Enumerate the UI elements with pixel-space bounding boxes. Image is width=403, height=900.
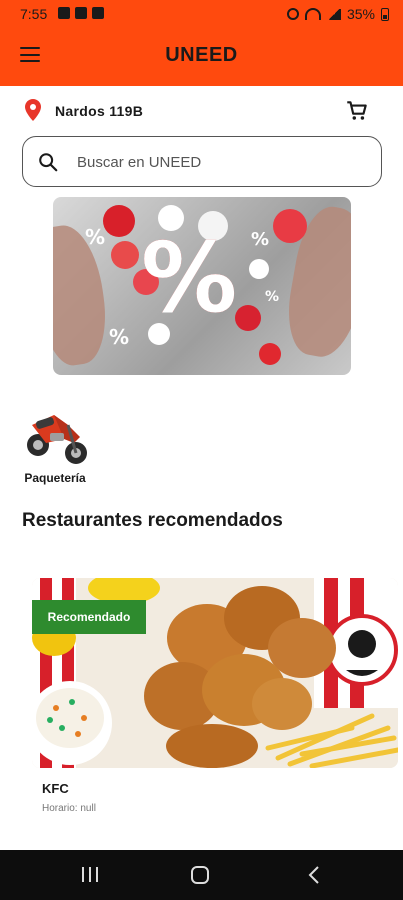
gallery-notification-icon	[58, 7, 70, 19]
restaurant-card[interactable]: Recomendado KFC Horario: null	[32, 578, 398, 818]
battery-percent: 35%	[346, 6, 375, 22]
status-bar: 7:55 35%	[0, 0, 403, 28]
promo-banner[interactable]: % % % % %	[53, 197, 351, 375]
search-input[interactable]	[77, 147, 367, 177]
back-button[interactable]	[304, 865, 326, 885]
recents-button[interactable]	[79, 865, 101, 885]
notification-icons	[58, 7, 104, 19]
recommended-badge: Recomendado	[32, 600, 146, 634]
favorite-heart-icon[interactable]	[368, 596, 390, 616]
app-bar: 7:55 35% UNEED	[0, 0, 403, 86]
category-label: Paquetería	[24, 471, 86, 485]
message-notification-icon	[75, 7, 87, 19]
search-icon	[39, 153, 58, 172]
section-title: Restaurantes recomendados	[22, 510, 283, 531]
restaurant-hours: Horario: null	[42, 803, 96, 814]
category-paqueteria[interactable]: Paquetería	[20, 400, 90, 490]
percent-graphic: %	[141, 222, 238, 334]
location-pin-icon	[25, 99, 41, 121]
status-time: 7:55	[20, 6, 48, 22]
back-icon	[308, 866, 319, 884]
battery-icon	[381, 7, 389, 21]
location-address: Nardos 119B	[55, 103, 144, 119]
system-nav-bar	[0, 850, 403, 900]
home-icon	[191, 866, 209, 884]
recents-icon	[82, 867, 84, 882]
restaurant-image: Recomendado	[32, 578, 398, 768]
home-button[interactable]	[190, 865, 212, 885]
cart-icon[interactable]	[344, 98, 370, 124]
restaurant-name: KFC	[42, 781, 69, 796]
app-title: UNEED	[165, 44, 238, 66]
motorcycle-icon	[27, 415, 87, 464]
alarm-icon	[286, 8, 299, 20]
signal-icon	[326, 8, 341, 20]
search-bar[interactable]	[22, 136, 382, 187]
wifi-icon	[304, 8, 321, 20]
status-right: 35%	[286, 6, 389, 22]
location-row[interactable]: Nardos 119B	[22, 96, 372, 126]
app-notification-icon	[92, 7, 104, 19]
